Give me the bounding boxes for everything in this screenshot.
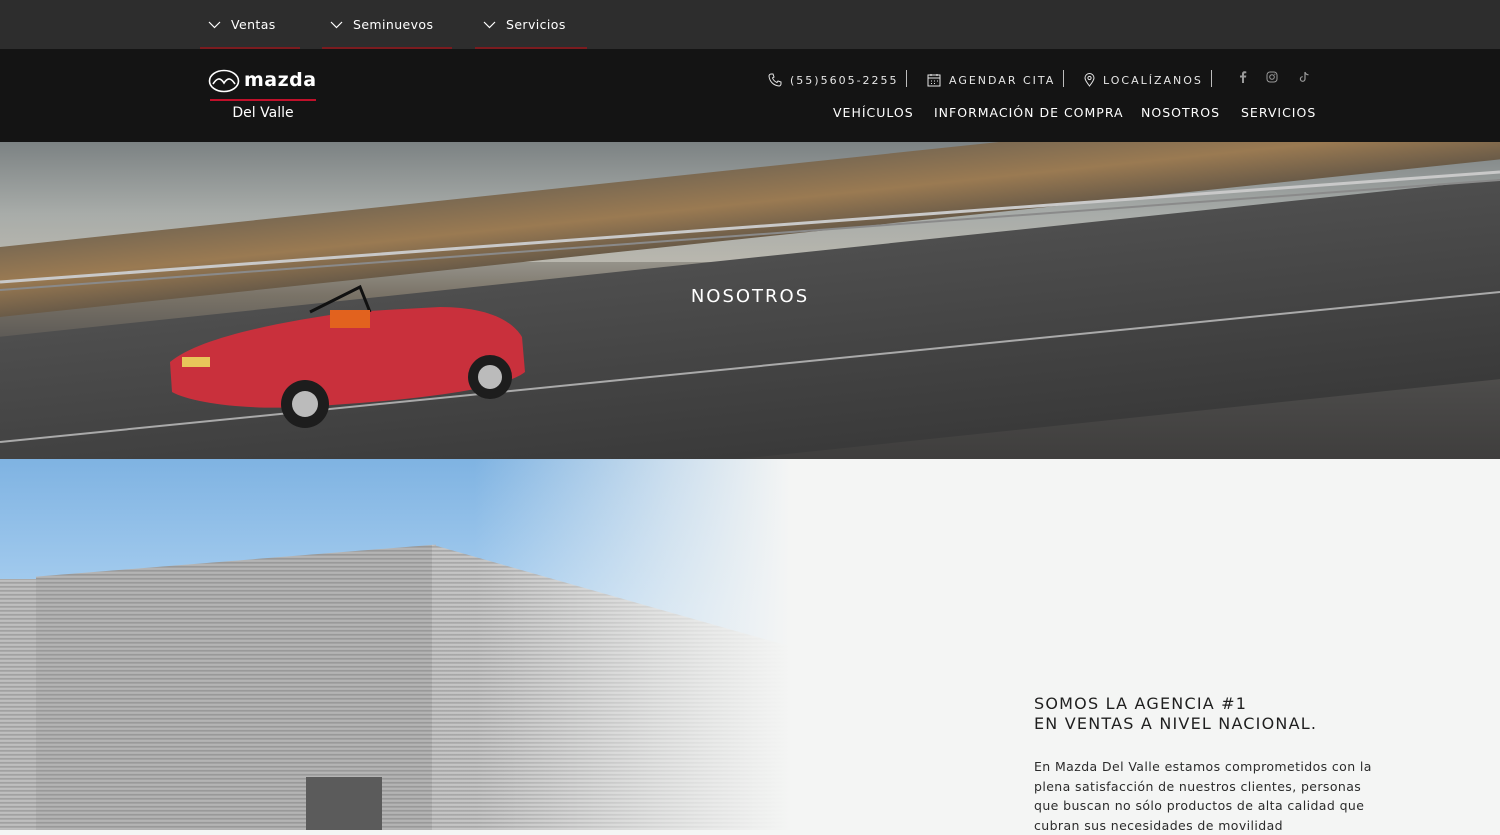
nav-vehiculos[interactable]: VEHÍCULOS bbox=[833, 105, 914, 120]
tab-ventas[interactable]: Ventas bbox=[200, 0, 300, 49]
appointment-label: AGENDAR CITA bbox=[949, 73, 1056, 87]
nav-servicios[interactable]: SERVICIOS bbox=[1241, 105, 1316, 120]
chevron-down-icon bbox=[483, 21, 496, 28]
instagram-icon[interactable] bbox=[1266, 71, 1278, 83]
hero-banner: NOSOTROS bbox=[0, 142, 1500, 459]
dealership-building-image bbox=[0, 459, 790, 830]
tiktok-icon[interactable] bbox=[1298, 71, 1310, 83]
location-pin-icon bbox=[1084, 73, 1095, 87]
chevron-down-icon bbox=[208, 21, 221, 28]
phone-link[interactable]: (55)5605-2255 bbox=[768, 71, 899, 89]
dealer-name: Del Valle bbox=[232, 105, 294, 121]
tab-label: Servicios bbox=[506, 17, 566, 32]
chevron-down-icon bbox=[330, 21, 343, 28]
nav-nosotros[interactable]: NOSOTROS bbox=[1141, 105, 1220, 120]
logo-underline bbox=[210, 99, 316, 101]
about-heading: SOMOS LA AGENCIA #1 EN VENTAS A NIVEL NA… bbox=[1034, 694, 1374, 734]
facebook-icon[interactable] bbox=[1239, 71, 1247, 83]
nav-informacion-de-compra[interactable]: INFORMACIÓN DE COMPRA bbox=[934, 105, 1124, 120]
tab-seminuevos[interactable]: Seminuevos bbox=[322, 0, 452, 49]
logo-wordmark: mazda bbox=[244, 69, 317, 91]
calendar-icon bbox=[927, 74, 941, 87]
phone-number: (55)5605-2255 bbox=[790, 73, 899, 87]
tab-label: Ventas bbox=[231, 17, 276, 32]
divider bbox=[1063, 70, 1064, 87]
mazda-logo[interactable]: mazda Del Valle bbox=[208, 67, 318, 127]
top-bar: Ventas Seminuevos Servicios bbox=[0, 0, 1500, 49]
tab-servicios[interactable]: Servicios bbox=[475, 0, 587, 49]
about-paragraph: En Mazda Del Valle estamos comprometidos… bbox=[1034, 759, 1372, 833]
appointment-link[interactable]: AGENDAR CITA bbox=[927, 71, 1055, 89]
divider bbox=[906, 70, 907, 87]
mazda-emblem-icon bbox=[208, 69, 240, 93]
hero-title: NOSOTROS bbox=[690, 286, 810, 307]
divider bbox=[1211, 70, 1212, 87]
site-header: mazda Del Valle (55)5605-2255 AGENDAR CI… bbox=[0, 49, 1500, 142]
about-section: SOMOS LA AGENCIA #1 EN VENTAS A NIVEL NA… bbox=[1034, 694, 1374, 835]
about-heading-line-2: EN VENTAS A NIVEL NACIONAL. bbox=[1034, 714, 1318, 733]
locate-label: LOCALÍZANOS bbox=[1103, 73, 1203, 87]
tab-label: Seminuevos bbox=[353, 17, 434, 32]
locate-link[interactable]: LOCALÍZANOS bbox=[1084, 71, 1203, 89]
phone-icon bbox=[768, 73, 782, 87]
about-heading-line-1: SOMOS LA AGENCIA #1 bbox=[1034, 694, 1248, 713]
